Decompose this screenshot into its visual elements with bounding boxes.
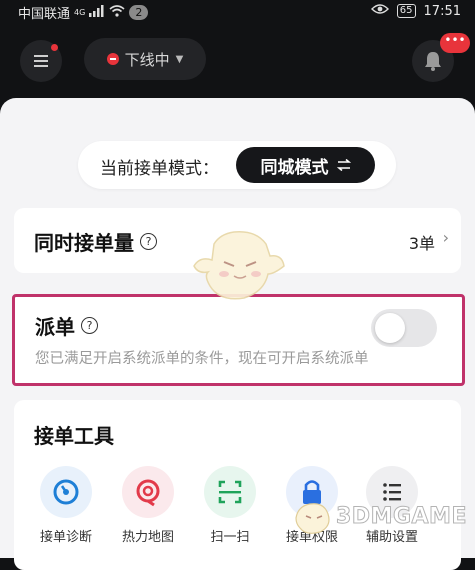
- watermark-text: 3DMGAME: [336, 504, 467, 530]
- menu-unread-dot: [51, 44, 58, 51]
- tool-diagnosis[interactable]: 接单诊断: [34, 466, 98, 545]
- menu-button[interactable]: [20, 40, 62, 82]
- concurrent-orders-value: 3单: [408, 234, 435, 253]
- dispatch-description: 您已满足开启系统派单的条件，现在可开启系统派单: [35, 351, 369, 367]
- signal-icon: [89, 4, 105, 21]
- tool-label: 扫一扫: [210, 530, 250, 545]
- wifi-icon: [109, 4, 125, 21]
- bell-icon: [425, 52, 441, 71]
- tool-label: 接单诊断: [39, 530, 92, 545]
- concurrent-orders-title: 同时接单量: [34, 231, 134, 255]
- dispatch-title: 派单: [35, 315, 75, 339]
- order-mode-label: 当前接单模式：: [100, 159, 219, 179]
- site-watermark: 3DMGAME: [292, 496, 470, 538]
- help-icon[interactable]: ?: [140, 233, 157, 250]
- scan-icon: [204, 466, 256, 518]
- tool-scan[interactable]: 扫一扫: [198, 466, 262, 545]
- chevron-right-icon: ›: [442, 228, 449, 247]
- order-settings-sheet: 当前接单模式： 同城模式 同时接单量 ? 3单 › 派单 ? 您已满足开启系统派…: [0, 98, 475, 570]
- diagnosis-icon: [40, 466, 92, 518]
- order-tools-title: 接单工具: [34, 424, 114, 448]
- swap-icon: [336, 159, 351, 171]
- battery-indicator: 65: [396, 4, 416, 18]
- chevron-down-icon: ▼: [175, 53, 184, 65]
- app-bar: 下线中 ▼ •••: [0, 30, 475, 90]
- menu-icon: [34, 55, 48, 67]
- online-status-label: 下线中: [124, 50, 170, 69]
- toggle-knob: [375, 313, 405, 343]
- order-mode-selector: 当前接单模式： 同城模式: [78, 141, 396, 189]
- online-status-dropdown[interactable]: 下线中 ▼: [84, 38, 206, 80]
- notification-count-badge: 2: [129, 5, 149, 20]
- mascot-watermark-icon: [190, 226, 286, 306]
- dispatch-toggle[interactable]: [371, 309, 437, 347]
- eye-icon: [370, 3, 389, 19]
- heatmap-icon: [122, 466, 174, 518]
- order-tools-card: 接单工具 接单诊断 热力地图 扫一扫 接单权限 辅助设置: [14, 400, 461, 570]
- tool-heatmap[interactable]: 热力地图: [116, 466, 180, 545]
- status-bar: 中国联通 4G 2 65 17:51: [0, 0, 475, 24]
- clock: 17:51: [423, 3, 461, 19]
- order-mode-switch-button[interactable]: 同城模式: [236, 147, 375, 183]
- carrier-label: 中国联通: [18, 7, 71, 22]
- messages-badge[interactable]: •••: [440, 33, 470, 53]
- mascot-logo-icon: [295, 503, 330, 534]
- tool-label: 热力地图: [121, 530, 174, 545]
- dispatch-card: 派单 ? 您已满足开启系统派单的条件，现在可开启系统派单: [12, 294, 465, 386]
- network-type: 4G: [74, 8, 86, 17]
- order-mode-value: 同城模式: [260, 157, 329, 178]
- offline-icon: [106, 53, 119, 65]
- help-icon[interactable]: ?: [81, 317, 98, 334]
